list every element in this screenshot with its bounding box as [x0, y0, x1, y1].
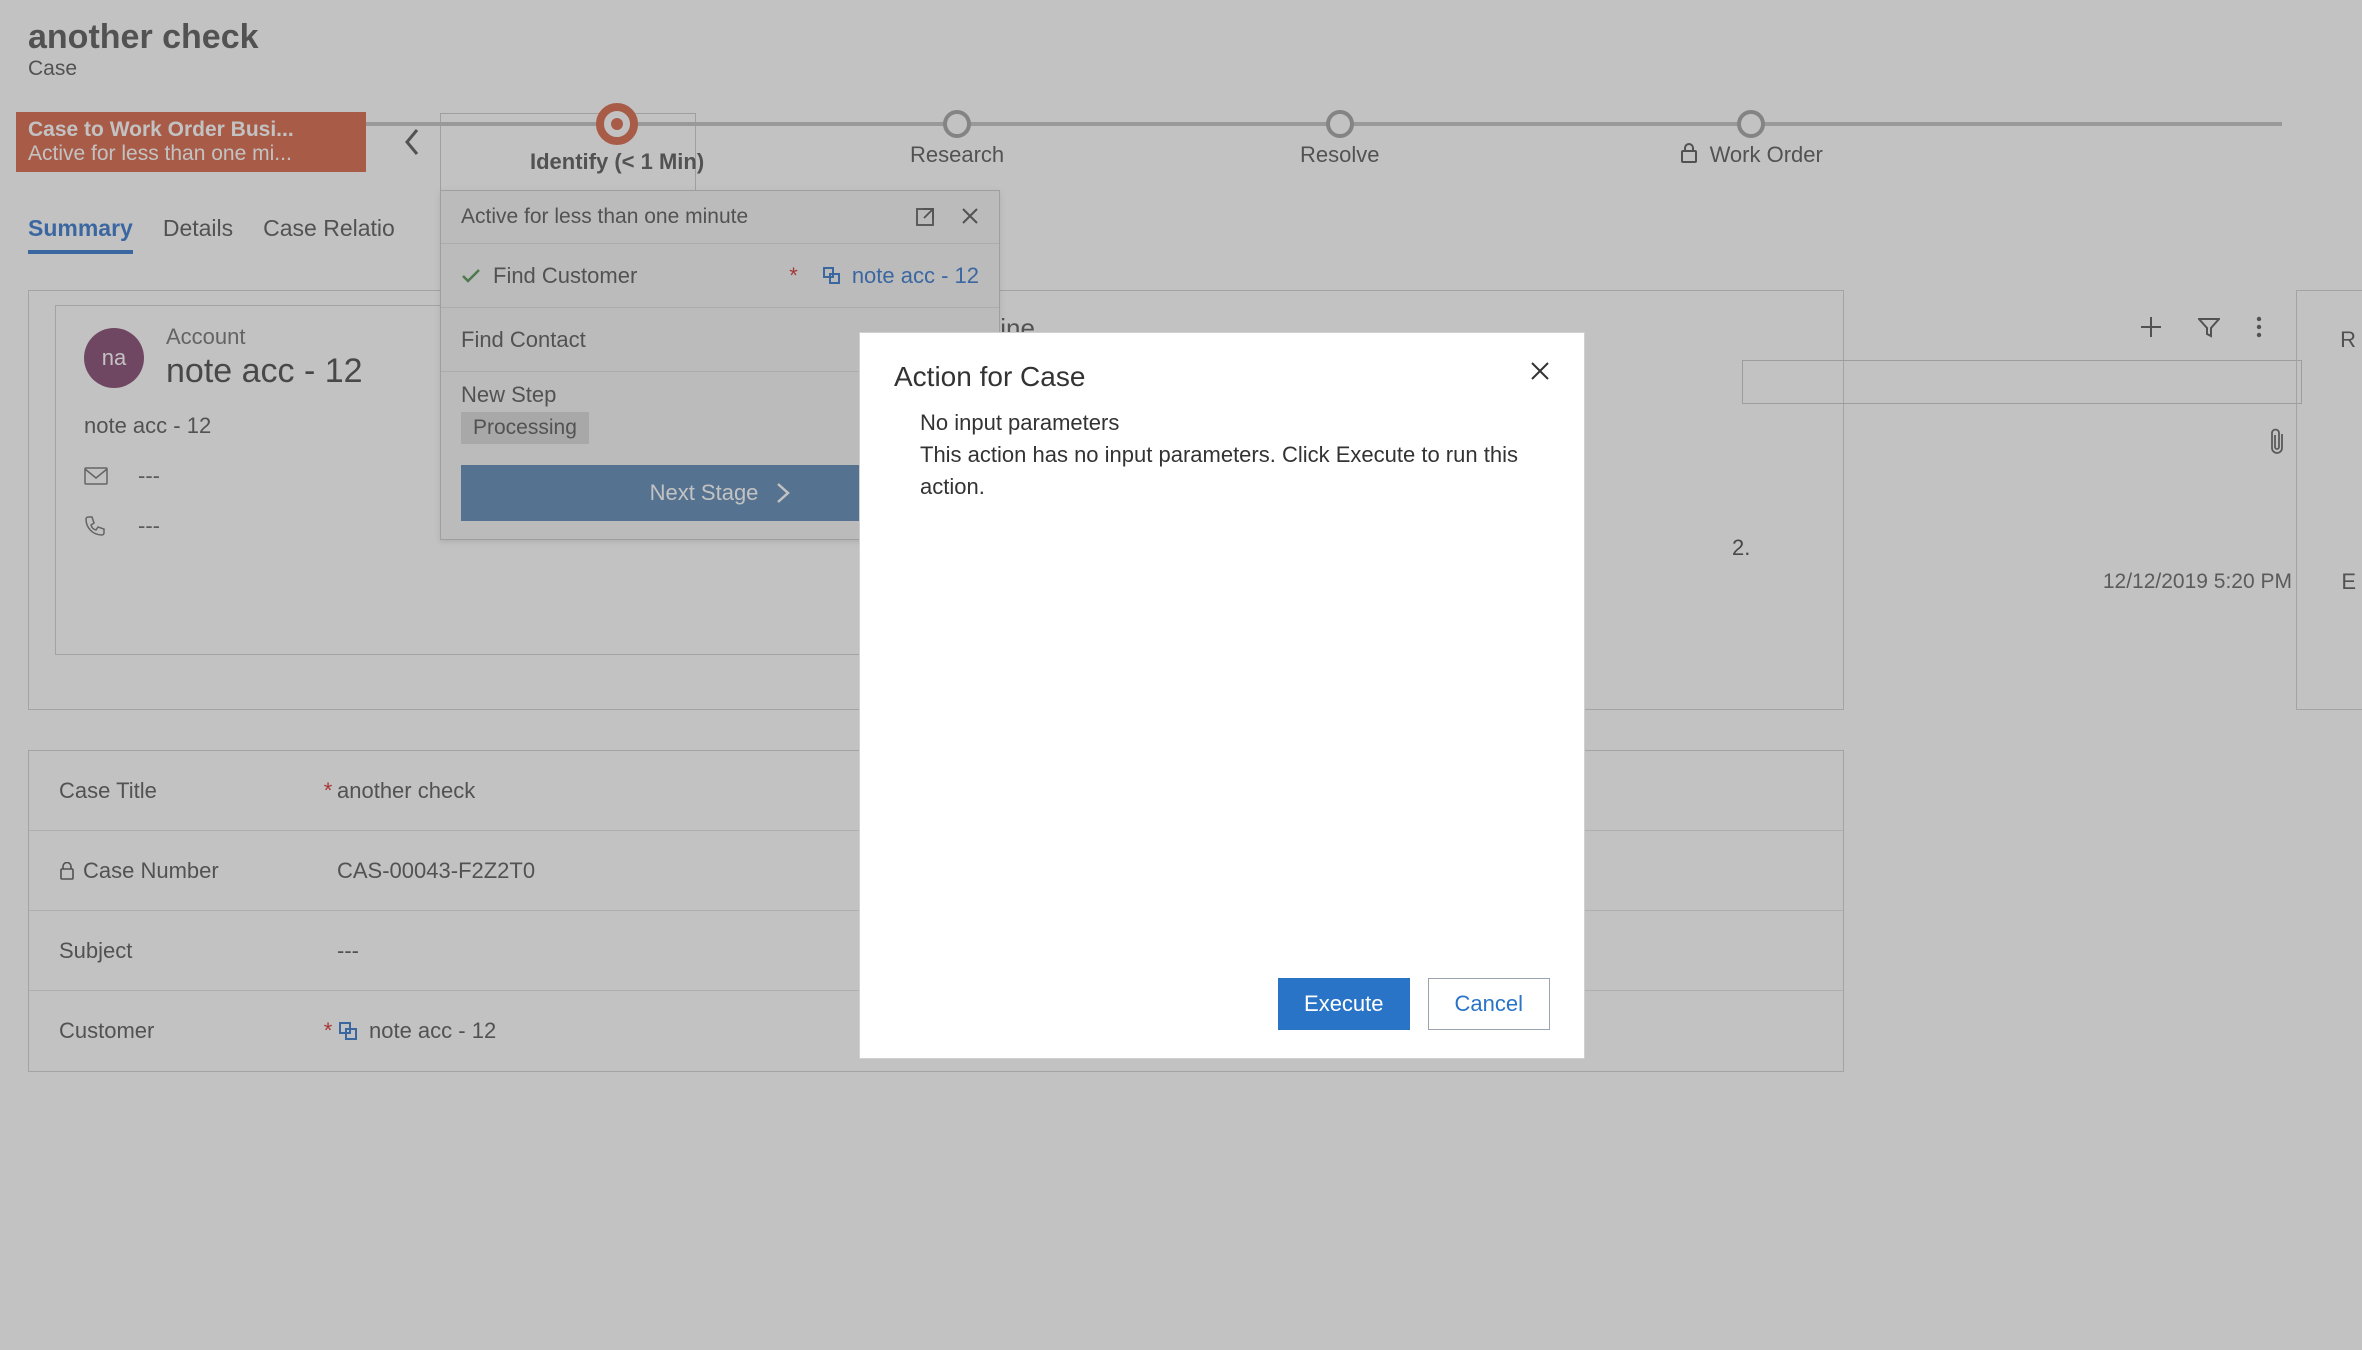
cancel-button[interactable]: Cancel: [1428, 978, 1550, 1030]
execute-button[interactable]: Execute: [1278, 978, 1410, 1030]
action-dialog: Action for Case No input parameters This…: [860, 333, 1584, 1058]
dialog-line2: This action has no input parameters. Cli…: [920, 439, 1544, 503]
dialog-close-button[interactable]: [1530, 361, 1550, 381]
dialog-line1: No input parameters: [920, 407, 1544, 439]
close-icon: [1530, 361, 1550, 381]
dialog-title: Action for Case: [894, 361, 1085, 393]
